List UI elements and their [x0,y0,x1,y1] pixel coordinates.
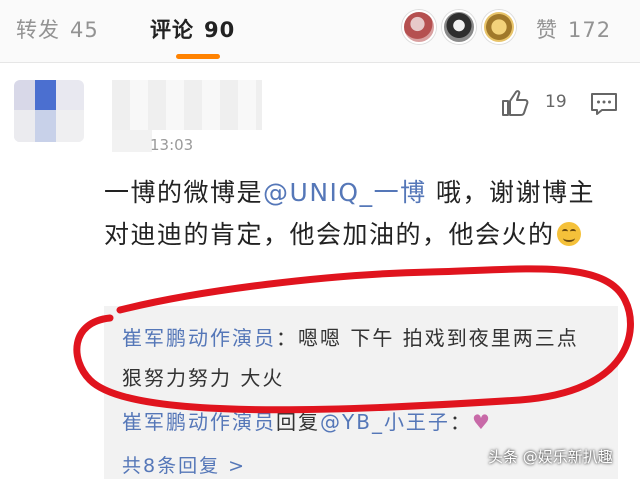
comment-text-start: 一博的微博是 [104,178,264,207]
tab-reposts[interactable]: 转发 45 [16,14,99,44]
heart-icon: ♥ [471,410,492,434]
avatar[interactable] [14,80,84,142]
tab-likes-count: 172 [568,18,612,42]
mention-link[interactable]: @UNIQ_一博 [263,178,427,207]
more-replies-link[interactable]: 共8条回复 > [122,451,246,478]
smiley-emoji-icon [556,222,581,246]
reply-item: 崔军鹏动作演员：嗯嗯 下午 拍戏到夜里两三点 狠努力努力 大火 [122,318,602,398]
thumbs-up-icon[interactable] [500,88,530,118]
tab-comments-label: 评论 [150,18,194,42]
reply-item: 崔军鹏动作演员回复@YB_小王子：♥ [122,406,492,435]
tab-likes-label: 赞 [536,18,558,42]
reply-mention[interactable]: @YB_小王子 [320,410,450,434]
tab-comments[interactable]: 评论 90 [150,14,235,44]
tab-likes[interactable]: 赞 172 [536,14,611,44]
tab-comments-count: 90 [204,18,236,42]
comment-time: 13:03 [150,136,194,154]
blurred-username[interactable] [112,80,262,130]
tab-reposts-count: 45 [70,18,99,42]
liker-avatar[interactable] [482,10,516,44]
liker-avatar[interactable] [442,10,476,44]
reply-author[interactable]: 崔军鹏动作演员 [122,326,276,350]
liker-avatar[interactable] [402,10,436,44]
watermark: 头条 @娱乐新扒趣 [488,448,613,466]
like-count: 19 [545,92,567,112]
reply-suffix: ： [449,410,472,434]
blurred-badge [112,130,152,152]
reply-comment-icon[interactable] [590,92,618,116]
reply-author[interactable]: 崔军鹏动作演员 [122,410,276,434]
active-tab-indicator [176,54,220,59]
tab-bar: 转发 45 评论 90 赞 172 [0,0,640,63]
comment-text: 一博的微博是@UNIQ_一博 哦，谢谢博主对迪迪的肯定，他会加油的，他会火的 [104,172,614,256]
reply-text: 回复 [276,410,320,434]
tab-reposts-label: 转发 [16,18,60,42]
